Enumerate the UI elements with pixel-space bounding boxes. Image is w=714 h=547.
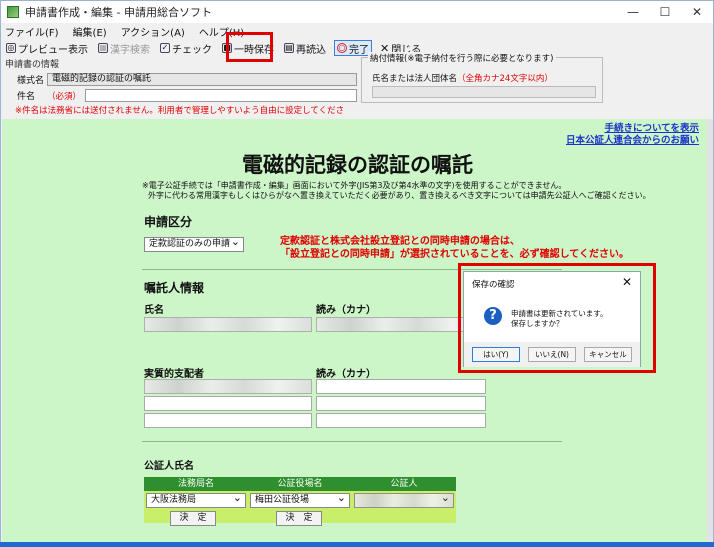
taskbar	[0, 542, 714, 547]
preview-label: プレビュー表示	[18, 44, 88, 56]
section-application-type: 申請区分	[144, 215, 193, 229]
bureau-column-header: 法務局名	[144, 477, 248, 491]
notary-column-header: 公証人	[352, 477, 456, 491]
close-window-button[interactable]: ✕	[681, 5, 713, 19]
beneficial-kana-input-2[interactable]	[316, 396, 486, 411]
payment-info-panel: 納付情報(※電子納付を行う際に必要となります) 氏名または法人団体名（全角カナ2…	[361, 52, 603, 103]
kanji-search-label: 漢字検索	[110, 44, 150, 56]
office-select[interactable]: 梅田公証役場	[250, 491, 350, 508]
subject-label: 件名	[17, 92, 36, 102]
client-name-input[interactable]	[144, 317, 312, 332]
beneficial-kana-label: 読み（カナ）	[316, 369, 376, 380]
application-info-panel: 申請書の情報 様式名 電磁的記録の認証の嘱託 件名 （必須） ※件名は法務省には…	[5, 57, 357, 128]
preview-icon: ◎	[6, 43, 16, 53]
office-column-header: 公証役場名	[248, 477, 352, 491]
gaiji-warning-line2: 外字に代わる常用漢字もしくはひらがなへ置き換えていただく必要があり、置き換えるべ…	[148, 191, 651, 200]
app-window: 申請書作成・編集 - 申請用総合ソフト — ☐ ✕ ファイル(F) 編集(E) …	[0, 0, 714, 547]
check-label: チェック	[172, 44, 212, 56]
toolbar: ◎ プレビュー表示 ▦ 漢字検索 ✓ チェック ■ 一時保存 ▤ 再読込 ○ 完了 ✕ 閉じる	[1, 39, 713, 57]
menu-action[interactable]: アクション(A)	[121, 24, 185, 39]
reload-label: 再読込	[296, 44, 326, 56]
office-decide-button[interactable]: 決 定	[276, 511, 322, 526]
format-field: 電磁的記録の認証の嘱託	[47, 73, 357, 86]
minimize-button[interactable]: —	[617, 5, 649, 19]
application-type-select[interactable]: 定款認証のみの申請	[144, 235, 244, 252]
beneficial-kana-input-1[interactable]	[316, 379, 486, 394]
client-name-label: 氏名	[144, 305, 164, 316]
gaiji-warning: ※電子公証手続では「申請書作成・編集」画面において外字(JIS第3及び第4水準の…	[142, 181, 651, 201]
kanji-search-icon: ▦	[98, 43, 108, 53]
payment-info-header: 納付情報(※電子納付を行う際に必要となります)	[368, 52, 556, 64]
notary-request-link[interactable]: 日本公証人連合会からのお願い	[566, 135, 699, 147]
maximize-button[interactable]: ☐	[649, 5, 681, 19]
title-bar: 申請書作成・編集 - 申請用総合ソフト — ☐ ✕	[1, 1, 713, 23]
beneficial-owner-label: 実質的支配者	[144, 369, 204, 380]
application-type-note: 定款認証と株式会社設立登記との同時申請の場合は、 「設立登記との同時申請」が選択…	[280, 235, 629, 261]
vertical-scrollbar[interactable]	[707, 119, 713, 543]
gaiji-warning-line1: ※電子公証手続では「申請書作成・編集」画面において外字(JIS第3及び第4水準の…	[142, 181, 567, 190]
subject-input[interactable]	[85, 89, 357, 102]
check-button[interactable]: ✓ チェック	[158, 40, 214, 56]
complete-icon: ○	[337, 43, 347, 53]
window-title: 申請書作成・編集 - 申請用総合ソフト	[25, 6, 212, 19]
section-notary-name: 公証人氏名	[144, 461, 194, 472]
reload-icon: ▤	[284, 43, 294, 53]
beneficial-owner-input-2[interactable]	[144, 396, 312, 411]
preview-button[interactable]: ◎ プレビュー表示	[4, 40, 90, 56]
beneficial-owner-input-1[interactable]	[144, 379, 312, 394]
kanji-search-button[interactable]: ▦ 漢字検索	[96, 40, 152, 56]
beneficial-kana-input-3[interactable]	[316, 413, 486, 428]
menu-bar: ファイル(F) 編集(E) アクション(A) ヘルプ(H)	[1, 23, 713, 39]
procedure-link[interactable]: 手続きについてを表示	[566, 123, 699, 135]
notary-select[interactable]	[354, 491, 454, 508]
menu-edit[interactable]: 編集(E)	[73, 24, 107, 39]
check-icon: ✓	[160, 43, 170, 53]
bureau-decide-button[interactable]: 決 定	[170, 511, 216, 526]
payer-name-field	[372, 86, 596, 98]
client-kana-label: 読み（カナ）	[316, 305, 376, 316]
menu-file[interactable]: ファイル(F)	[5, 24, 59, 39]
complete-label: 完了	[349, 44, 369, 56]
reload-button[interactable]: ▤ 再読込	[282, 40, 328, 56]
application-info-header: 申請書の情報	[5, 60, 60, 70]
section-client-info: 嘱託人情報	[144, 281, 205, 295]
complete-button[interactable]: ○ 完了	[334, 40, 372, 56]
bureau-select[interactable]: 大阪法務局	[146, 491, 246, 508]
application-type-note-line1: 定款認証と株式会社設立登記との同時申請の場合は、	[280, 236, 520, 247]
payer-name-hint: （全角カナ24文字以内）	[457, 74, 553, 84]
highlight-dialog	[458, 263, 656, 373]
application-type-note-line2: 「設立登記との同時申請」が選択されていることを、必ず確認してください。	[280, 249, 629, 260]
format-label: 様式名	[17, 76, 45, 86]
payer-name-label: 氏名または法人団体名	[372, 74, 458, 84]
app-icon	[7, 6, 19, 18]
required-mark: （必須）	[47, 91, 82, 102]
form-title: 電磁的記録の認証の嘱託	[242, 152, 473, 177]
beneficial-owner-input-3[interactable]	[144, 413, 312, 428]
divider	[142, 441, 562, 442]
